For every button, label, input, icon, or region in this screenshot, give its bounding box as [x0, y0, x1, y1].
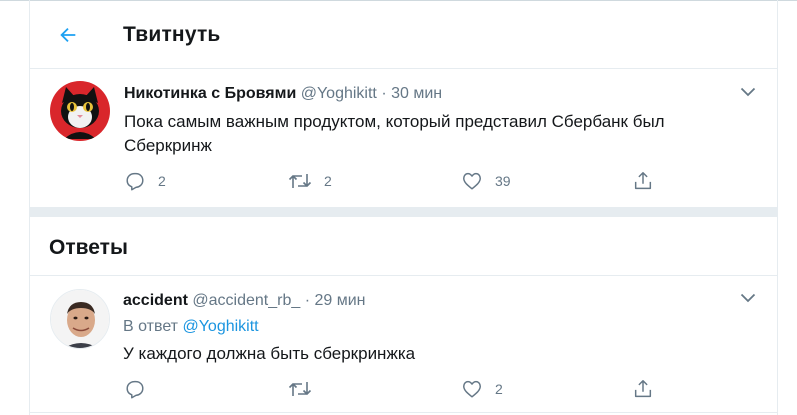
back-arrow-icon: [60, 27, 76, 43]
like-count: 39: [495, 173, 511, 189]
cat-avatar-image: [50, 81, 110, 141]
person-avatar-image: [51, 290, 109, 348]
back-button[interactable]: [52, 19, 84, 51]
tweet-header: Никотинка с Бровями @Yoghikitt · 30 мин: [124, 85, 442, 103]
avatar[interactable]: [50, 289, 110, 349]
tweet-time[interactable]: 29 мин: [314, 292, 365, 309]
retweet-icon: [288, 382, 312, 396]
replies-divider: [30, 275, 777, 276]
reply-to-link[interactable]: @Yoghikitt: [182, 318, 258, 335]
reply-button[interactable]: [124, 378, 146, 400]
like-icon: [463, 380, 481, 398]
reply-count: 2: [158, 173, 166, 189]
share-icon: [634, 172, 652, 190]
separator-dot: ·: [304, 292, 311, 309]
reply-icon: [126, 380, 144, 399]
avatar[interactable]: [50, 81, 110, 141]
like-icon: [463, 172, 481, 190]
share-button[interactable]: [632, 170, 654, 192]
author-name[interactable]: accident: [123, 292, 188, 309]
separator-dot: ·: [381, 85, 387, 102]
bottom-divider: [30, 412, 777, 413]
share-button[interactable]: [632, 378, 654, 400]
retweet-count: 2: [324, 173, 332, 189]
author-name[interactable]: Никотинка с Бровями: [124, 85, 296, 102]
tweet-text: У каждого должна быть сберкринжка: [123, 344, 416, 363]
chevron-down-icon: [740, 87, 756, 97]
chevron-down-icon: [740, 293, 756, 303]
reply-button[interactable]: 2: [124, 170, 166, 192]
tweet-text-line-1: Пока самым важным продуктом, который пре…: [124, 112, 665, 131]
like-count: 2: [495, 381, 503, 397]
tweet-menu-button[interactable]: [738, 82, 758, 102]
tweet-page: Твитнуть Никотинка с Бровями @Yoghikitt …: [0, 0, 797, 415]
retweet-button[interactable]: [288, 378, 312, 400]
retweet-icon: [288, 174, 312, 188]
share-icon: [634, 380, 652, 398]
right-border: [777, 0, 778, 415]
replies-heading: Ответы: [49, 236, 128, 259]
retweet-button[interactable]: 2: [288, 170, 332, 192]
tweet-time[interactable]: 30 мин: [391, 85, 442, 102]
reply-header: accident @accident_rb_ · 29 мин: [123, 292, 365, 310]
tweet-text-line-2: Сберкринж: [124, 136, 212, 155]
like-button[interactable]: 2: [461, 378, 503, 400]
tweet-text: Пока самым важным продуктом, который пре…: [124, 110, 665, 158]
like-button[interactable]: 39: [461, 170, 511, 192]
tweet-menu-button[interactable]: [738, 288, 758, 308]
section-divider: [30, 207, 777, 217]
reply-context-prefix: В ответ: [123, 318, 179, 335]
reply-icon: [126, 172, 144, 191]
page-header: Твитнуть: [30, 1, 777, 69]
page-title: Твитнуть: [123, 23, 221, 46]
author-handle[interactable]: @accident_rb_: [192, 292, 300, 309]
author-handle[interactable]: @Yoghikitt: [301, 85, 377, 102]
reply-context: В ответ @Yoghikitt: [123, 318, 259, 336]
